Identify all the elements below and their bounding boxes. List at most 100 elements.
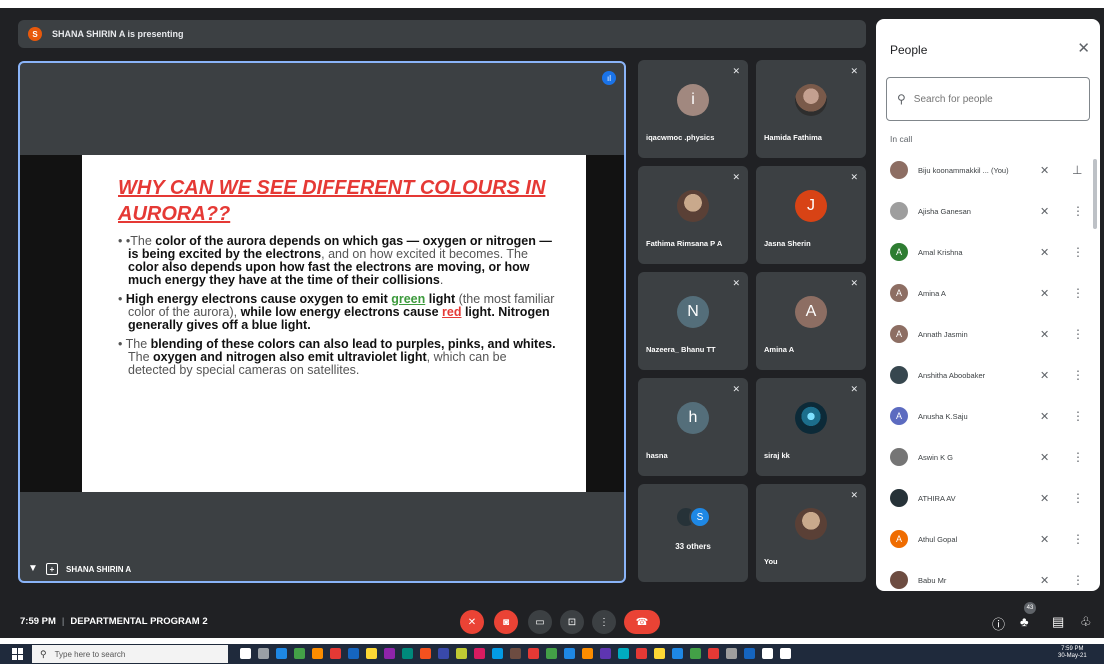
windows-start-icon[interactable] [12, 648, 24, 660]
app-icon[interactable] [492, 648, 503, 659]
list-item[interactable]: A Amal Krishna ✕ ⋮ [876, 232, 1100, 272]
list-item[interactable]: Babu Mr ✕ ⋮ [876, 560, 1100, 591]
more-options-icon[interactable]: ⋮ [1072, 245, 1084, 259]
participant-tile[interactable]: ✕ h hasna [638, 378, 748, 476]
people-search[interactable]: ⚲ [886, 77, 1090, 121]
app-icon[interactable] [330, 648, 341, 659]
app-icon[interactable] [402, 648, 413, 659]
app-icon[interactable] [312, 648, 323, 659]
app-icon[interactable] [600, 648, 611, 659]
mic-toggle-button[interactable]: ✕ [460, 610, 484, 634]
system-tray-icon[interactable] [780, 648, 791, 659]
frame-icon[interactable]: + [46, 563, 58, 575]
hang-up-icon: ☎ [635, 616, 649, 628]
list-item[interactable]: A Annath Jasmin ✕ ⋮ [876, 314, 1100, 354]
list-item[interactable]: Aswin K G ✕ ⋮ [876, 437, 1100, 477]
info-icon[interactable]: ⓘ [992, 614, 1005, 633]
more-options-icon[interactable]: ⋮ [1072, 491, 1084, 505]
mic-off-icon: ✕ [850, 172, 858, 182]
more-options-icon[interactable]: ⋮ [1072, 327, 1084, 341]
app-icon[interactable] [384, 648, 395, 659]
app-icon[interactable] [654, 648, 665, 659]
app-icon[interactable] [690, 648, 701, 659]
app-icon[interactable] [672, 648, 683, 659]
list-item[interactable]: Biju koonammakkil ... (You) ✕ ⊥ [876, 150, 1100, 190]
app-icon[interactable] [636, 648, 647, 659]
taskbar-clock[interactable]: 7:59 PM 30-May-21 [1058, 646, 1087, 660]
avatar: A [795, 296, 827, 328]
task-view-icon[interactable] [258, 648, 269, 659]
more-options-icon[interactable]: ⋮ [1072, 450, 1084, 464]
self-tile[interactable]: ✕ You [756, 484, 866, 582]
more-options-icon[interactable]: ⋮ [1072, 204, 1084, 218]
search-input[interactable] [913, 93, 1074, 105]
people-icon[interactable]: ♣ [1020, 614, 1029, 629]
app-icon[interactable] [510, 648, 521, 659]
others-tile[interactable]: S 33 others [638, 484, 748, 582]
stage-name-bar: ▼ + SHANA SHIRIN A [28, 563, 131, 575]
more-options-icon: ⋮ [599, 616, 609, 628]
app-icon[interactable] [456, 648, 467, 659]
presentation-stage[interactable]: WHY CAN WE SEE DIFFERENT COLOURS IN AURO… [18, 61, 626, 583]
app-icon[interactable] [348, 648, 359, 659]
app-icon[interactable] [366, 648, 377, 659]
more-options-icon[interactable]: ⋮ [1072, 286, 1084, 300]
app-icon[interactable] [474, 648, 485, 659]
app-icon[interactable] [420, 648, 431, 659]
avatar [890, 489, 908, 507]
mic-off-icon: ✕ [732, 384, 740, 394]
participant-tile[interactable]: ✕ A Amina A [756, 272, 866, 370]
mic-off-icon: ✕ [1040, 410, 1050, 423]
pin-icon[interactable]: ▼ [28, 563, 38, 575]
participant-tile[interactable]: ✕ N Nazeera_ Bhanu TT [638, 272, 748, 370]
list-item[interactable]: Anshitha Aboobaker ✕ ⋮ [876, 355, 1100, 395]
participant-name: Babu Mr [918, 575, 947, 585]
participant-name: Ajisha Ganesan [918, 206, 971, 216]
mic-off-icon: ✕ [1040, 205, 1050, 218]
list-item[interactable]: Ajisha Ganesan ✕ ⋮ [876, 191, 1100, 231]
app-icon[interactable] [276, 648, 287, 659]
taskbar-search[interactable]: ⚲ Type here to search [32, 645, 228, 663]
system-tray-icon[interactable] [762, 648, 773, 659]
scrollbar[interactable] [1093, 159, 1097, 229]
participant-tile[interactable]: ✕ i iqacwmoc .physics [638, 60, 748, 158]
app-icon[interactable] [744, 648, 755, 659]
list-item[interactable]: ATHIRA AV ✕ ⋮ [876, 478, 1100, 518]
leave-call-button[interactable]: ☎ [624, 610, 660, 634]
more-options-icon[interactable]: ⋮ [1072, 409, 1084, 423]
present-button[interactable]: ⊡ [560, 610, 584, 634]
participant-tile[interactable]: ✕ Fathima Rimsana P A [638, 166, 748, 264]
mic-off-icon: ✕ [850, 384, 858, 394]
cortana-icon[interactable] [240, 648, 251, 659]
pin-icon[interactable]: ⊥ [1072, 163, 1082, 177]
app-icon[interactable] [438, 648, 449, 659]
app-icon[interactable] [708, 648, 719, 659]
captions-button[interactable]: ▭ [528, 610, 552, 634]
participant-tile[interactable]: ✕ J Jasna Sherin [756, 166, 866, 264]
tile-name: Hamida Fathima [764, 133, 822, 142]
list-item[interactable]: A Anusha K.Saju ✕ ⋮ [876, 396, 1100, 436]
more-options-icon[interactable]: ⋮ [1072, 532, 1084, 546]
list-item[interactable]: A Amina A ✕ ⋮ [876, 273, 1100, 313]
app-icon[interactable] [546, 648, 557, 659]
app-icon[interactable] [528, 648, 539, 659]
avatar: A [890, 407, 908, 425]
chat-icon[interactable]: ▤ [1052, 614, 1064, 630]
more-options-button[interactable]: ⋮ [592, 610, 616, 634]
app-icon[interactable] [582, 648, 593, 659]
app-icon[interactable] [618, 648, 629, 659]
participant-tile[interactable]: ✕ Hamida Fathima [756, 60, 866, 158]
app-icon[interactable] [564, 648, 575, 659]
close-icon[interactable]: ✕ [1077, 39, 1090, 57]
list-item[interactable]: A Athul Gopal ✕ ⋮ [876, 519, 1100, 559]
app-icon[interactable] [294, 648, 305, 659]
app-icon[interactable] [726, 648, 737, 659]
mic-off-icon: ✕ [732, 278, 740, 288]
camera-toggle-button[interactable]: ◙ [494, 610, 518, 634]
tile-name: iqacwmoc .physics [646, 133, 715, 142]
participant-tile[interactable]: ✕ siraj kk [756, 378, 866, 476]
more-options-icon[interactable]: ⋮ [1072, 573, 1084, 587]
participant-name: Biju koonammakkil ... (You) [918, 165, 1009, 175]
activities-icon[interactable]: ♧ [1080, 614, 1092, 630]
more-options-icon[interactable]: ⋮ [1072, 368, 1084, 382]
